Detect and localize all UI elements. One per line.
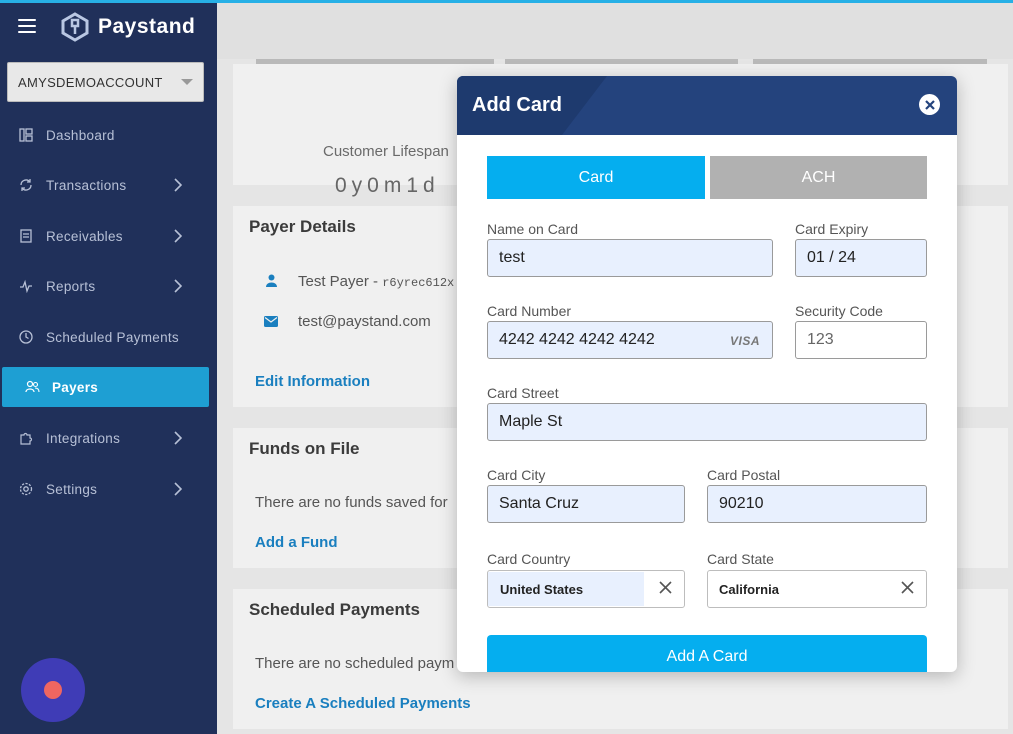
- country-value-box: United States: [488, 572, 644, 606]
- top-accent-line: [0, 0, 1013, 3]
- logo: Paystand: [60, 12, 195, 42]
- card-city-input[interactable]: Santa Cruz: [487, 485, 685, 523]
- card-state-label: Card State: [707, 551, 774, 567]
- country-value: United States: [500, 581, 584, 597]
- add-card-button[interactable]: Add A Card: [487, 635, 927, 672]
- payer-id: r6yrec612x: [382, 276, 455, 290]
- logo-text: Paystand: [98, 15, 196, 38]
- add-card-modal: Add Card Card ACH Name on Card test Card…: [457, 76, 957, 672]
- security-code-label: Security Code: [795, 303, 883, 319]
- card-street-label: Card Street: [487, 385, 559, 401]
- sidebar-item-dashboard[interactable]: Dashboard: [0, 115, 217, 155]
- sidebar-item-integrations[interactable]: Integrations: [0, 418, 217, 458]
- close-icon: [924, 99, 935, 110]
- account-label: AMYSDEMOACCOUNT: [18, 74, 163, 90]
- name-on-card-label: Name on Card: [487, 221, 579, 237]
- name-on-card-input[interactable]: test: [487, 239, 773, 277]
- users-icon: [24, 379, 40, 395]
- chevron-right-icon: [174, 229, 182, 243]
- payer-name-text: Test Payer -: [298, 273, 383, 290]
- card-street-input[interactable]: Maple St: [487, 403, 927, 441]
- sidebar-item-label: Reports: [46, 278, 96, 294]
- scheduled-empty-text: There are no scheduled paym: [255, 655, 455, 672]
- lifespan-label: Customer Lifespan: [323, 143, 449, 160]
- close-button[interactable]: [919, 94, 940, 115]
- paystand-logo-icon: [61, 12, 89, 42]
- payer-email: test@paystand.com: [298, 313, 431, 330]
- caret-down-icon: [181, 79, 193, 85]
- sidebar-item-settings[interactable]: Settings: [0, 469, 217, 509]
- sidebar-item-receivables[interactable]: Receivables: [0, 216, 217, 256]
- sidebar-item-label: Dashboard: [46, 127, 115, 143]
- card-postal-input[interactable]: 90210: [707, 485, 927, 523]
- security-code-input[interactable]: 123: [795, 321, 927, 359]
- dashboard-icon: [18, 127, 34, 143]
- chevron-right-icon: [174, 482, 182, 496]
- sidebar-item-label: Scheduled Payments: [46, 329, 179, 345]
- modal-header: Add Card: [457, 76, 957, 135]
- card-expiry-label: Card Expiry: [795, 221, 869, 237]
- sync-icon: [18, 177, 34, 193]
- card-country-select[interactable]: United States: [487, 570, 685, 608]
- card-number-label: Card Number: [487, 303, 572, 319]
- clear-icon[interactable]: [659, 581, 672, 594]
- card-number-value: 4242 4242 4242 4242: [499, 331, 655, 348]
- sidebar: Paystand AMYSDEMOACCOUNT Dashboard Trans…: [0, 0, 217, 734]
- funds-empty-text: There are no funds saved for: [255, 494, 448, 511]
- sidebar-item-label: Payers: [52, 379, 99, 395]
- card-city-label: Card City: [487, 467, 546, 483]
- card-state-select[interactable]: California: [707, 570, 927, 608]
- sidebar-item-transactions[interactable]: Transactions: [0, 165, 217, 205]
- sidebar-item-label: Receivables: [46, 228, 123, 244]
- envelope-icon: [264, 316, 278, 327]
- state-value: California: [719, 581, 779, 597]
- edit-information-link[interactable]: Edit Information: [255, 373, 370, 390]
- create-scheduled-payment-link[interactable]: Create A Scheduled Payments: [255, 695, 471, 712]
- top-header: [217, 3, 1013, 59]
- chevron-right-icon: [174, 178, 182, 192]
- user-icon: [266, 274, 277, 287]
- card-number-input[interactable]: 4242 4242 4242 4242 VISA: [487, 321, 773, 359]
- menu-icon[interactable]: [18, 19, 36, 33]
- card-country-label: Card Country: [487, 551, 571, 567]
- modal-title: Add Card: [472, 94, 562, 116]
- sidebar-item-scheduled-payments[interactable]: Scheduled Payments: [0, 317, 217, 357]
- tab-card[interactable]: Card: [487, 156, 705, 199]
- gear-icon: [18, 481, 34, 497]
- tab-ach[interactable]: ACH: [710, 156, 927, 199]
- sidebar-item-reports[interactable]: Reports: [0, 266, 217, 306]
- clear-icon[interactable]: [901, 581, 914, 594]
- sidebar-item-label: Integrations: [46, 430, 121, 446]
- document-icon: [18, 228, 34, 244]
- card-title: Funds on File: [249, 439, 360, 458]
- sidebar-item-label: Transactions: [46, 177, 127, 193]
- card-postal-label: Card Postal: [707, 467, 781, 483]
- chevron-right-icon: [174, 279, 182, 293]
- card-expiry-input[interactable]: 01 / 24: [795, 239, 927, 277]
- add-fund-link[interactable]: Add a Fund: [255, 534, 338, 551]
- notification-dot-icon: [44, 681, 62, 699]
- card-title: Payer Details: [249, 217, 356, 236]
- pulse-icon: [18, 278, 34, 294]
- chat-launcher-button[interactable]: [21, 658, 85, 722]
- account-selector[interactable]: AMYSDEMOACCOUNT: [7, 62, 204, 102]
- sidebar-item-label: Settings: [46, 481, 98, 497]
- visa-icon: VISA: [729, 334, 760, 348]
- puzzle-icon: [18, 430, 34, 446]
- payer-name: Test Payer - r6yrec612x: [298, 273, 454, 290]
- lifespan-value: 0y0m1d: [335, 174, 440, 197]
- sidebar-item-payers[interactable]: Payers: [2, 367, 209, 407]
- card-title: Scheduled Payments: [249, 600, 421, 619]
- clock-icon: [18, 329, 34, 345]
- chevron-right-icon: [174, 431, 182, 445]
